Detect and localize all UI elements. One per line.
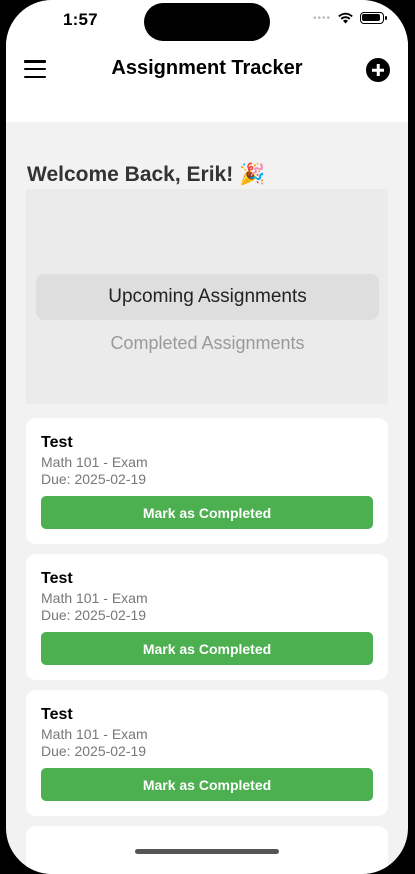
home-indicator[interactable] xyxy=(135,849,279,854)
assignment-due-date: Due: 2025-02-19 xyxy=(41,743,147,759)
status-time: 1:57 xyxy=(63,10,98,29)
battery-icon xyxy=(360,12,387,24)
signal-icon: •••• xyxy=(312,12,331,24)
plus-circle-icon[interactable] xyxy=(366,58,390,82)
tab-upcoming-assignments[interactable]: Upcoming Assignments xyxy=(36,274,379,320)
mark-completed-button[interactable]: Mark as Completed xyxy=(41,496,373,529)
app-screen: 1:57 •••• Assignment Tracker Welcome Bac… xyxy=(6,0,408,874)
assignment-due-date: Due: 2025-02-19 xyxy=(41,471,147,487)
assignment-title: Test xyxy=(41,706,73,723)
device-frame: 1:57 •••• Assignment Tracker Welcome Bac… xyxy=(0,0,415,874)
assignment-card: Test Math 101 - Exam Due: 2025-02-19 Mar… xyxy=(26,554,388,680)
assignment-course: Math 101 - Exam xyxy=(41,726,148,742)
welcome-message: Welcome Back, Erik! 🎉 xyxy=(27,163,266,186)
tab-completed-assignments[interactable]: Completed Assignments xyxy=(36,329,379,357)
mark-completed-button[interactable]: Mark as Completed xyxy=(41,632,373,665)
assignment-due-date: Due: 2025-02-19 xyxy=(41,607,147,623)
page-title: Assignment Tracker xyxy=(111,57,303,79)
assignment-filter: Upcoming Assignments Completed Assignmen… xyxy=(26,189,388,404)
header-bar: 1:57 •••• Assignment Tracker xyxy=(6,0,408,122)
dynamic-island xyxy=(144,3,270,41)
assignment-course: Math 101 - Exam xyxy=(41,454,148,470)
assignment-card: Test Math 101 - Exam Due: 2025-02-19 Mar… xyxy=(26,418,388,544)
assignment-course: Math 101 - Exam xyxy=(41,590,148,606)
wifi-icon xyxy=(338,12,353,24)
status-icons: •••• xyxy=(312,12,387,24)
mark-completed-button[interactable]: Mark as Completed xyxy=(41,768,373,801)
assignment-card: Test Math 101 - Exam Due: 2025-02-19 Mar… xyxy=(26,690,388,816)
assignment-title: Test xyxy=(41,434,73,451)
assignment-title: Test xyxy=(41,570,73,587)
